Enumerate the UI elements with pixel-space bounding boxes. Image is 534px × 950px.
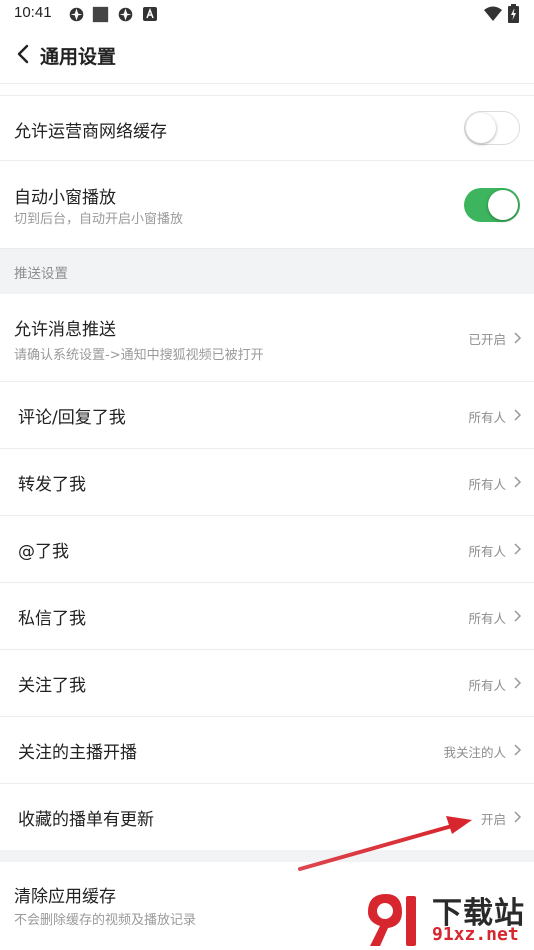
setting-row-private-msg[interactable]: 私信了我 所有人 — [0, 583, 534, 650]
square-app-icon — [92, 6, 109, 23]
setting-row-followed[interactable]: 关注了我 所有人 — [0, 650, 534, 717]
mini-window-toggle[interactable] — [464, 188, 520, 222]
chevron-right-icon — [514, 811, 522, 823]
setting-value: 已开启 — [468, 332, 506, 347]
chevron-right-icon — [514, 409, 522, 421]
setting-label: 允许运营商网络缓存 — [14, 122, 167, 142]
setting-value: 开启 — [480, 812, 506, 827]
partial-row — [0, 84, 534, 96]
toggle-knob — [488, 190, 518, 220]
section-gap — [0, 850, 534, 862]
page-title: 通用设置 — [40, 46, 117, 68]
chevron-right-icon — [514, 332, 522, 344]
setting-value: 我关注的人 — [443, 745, 506, 760]
setting-row-comment-reply[interactable]: 评论/回复了我 所有人 — [0, 382, 534, 449]
setting-value: 所有人 — [468, 544, 506, 559]
setting-label: 关注了我 — [18, 676, 86, 696]
setting-row-playlist-update[interactable]: 收藏的播单有更新 开启 — [0, 784, 534, 850]
setting-label: 自动小窗播放 — [14, 188, 116, 208]
setting-label: 转发了我 — [18, 475, 86, 495]
chevron-right-icon — [514, 476, 522, 488]
setting-value: 所有人 — [468, 678, 506, 693]
watermark-url: 91xz.net — [432, 924, 519, 945]
back-arrow-icon[interactable] — [10, 40, 38, 68]
status-bar: 10:41 — [0, 0, 534, 28]
status-time: 10:41 — [14, 4, 52, 21]
setting-sub: 切到后台，自动开启小窗播放 — [14, 212, 184, 227]
setting-value: 所有人 — [468, 410, 506, 425]
title-bar: 通用设置 — [0, 28, 534, 84]
setting-row-carrier-cache: 允许运营商网络缓存 — [0, 96, 534, 161]
setting-label: 关注的主播开播 — [18, 743, 137, 763]
setting-label: 允许消息推送 — [14, 320, 116, 340]
setting-row-mini-window: 自动小窗播放 切到后台，自动开启小窗播放 — [0, 161, 534, 249]
wifi-icon — [484, 6, 502, 21]
section-header-push: 推送设置 — [0, 249, 534, 294]
chevron-right-icon — [514, 610, 522, 622]
settings-circle-icon — [69, 7, 84, 22]
setting-label: @了我 — [18, 542, 69, 562]
section-title: 推送设置 — [14, 266, 68, 282]
setting-label: 收藏的播单有更新 — [18, 810, 154, 830]
setting-row-forwarded[interactable]: 转发了我 所有人 — [0, 449, 534, 516]
chevron-right-icon — [514, 744, 522, 756]
watermark: 下载站 91xz.net — [360, 888, 534, 950]
setting-label: 清除应用缓存 — [14, 887, 116, 907]
setting-value: 所有人 — [468, 477, 506, 492]
settings-circle-icon — [118, 7, 133, 22]
setting-row-allow-push[interactable]: 允许消息推送 请确认系统设置->通知中搜狐视频已被打开 已开启 — [0, 294, 534, 382]
chevron-right-icon — [514, 677, 522, 689]
battery-icon — [508, 4, 519, 23]
setting-label: 评论/回复了我 — [18, 408, 126, 428]
setting-sub: 不会删除缓存的视频及播放记录 — [14, 913, 197, 928]
setting-label: 私信了我 — [18, 609, 86, 629]
carrier-cache-toggle[interactable] — [464, 111, 520, 145]
toggle-knob — [466, 113, 496, 143]
setting-sub: 请确认系统设置->通知中搜狐视频已被打开 — [14, 348, 264, 363]
watermark-logo-icon — [368, 894, 416, 946]
setting-value: 所有人 — [468, 611, 506, 626]
a-badge-icon — [143, 7, 157, 21]
setting-row-mentioned[interactable]: @了我 所有人 — [0, 516, 534, 583]
setting-row-anchor-live[interactable]: 关注的主播开播 我关注的人 — [0, 717, 534, 784]
chevron-right-icon — [514, 543, 522, 555]
